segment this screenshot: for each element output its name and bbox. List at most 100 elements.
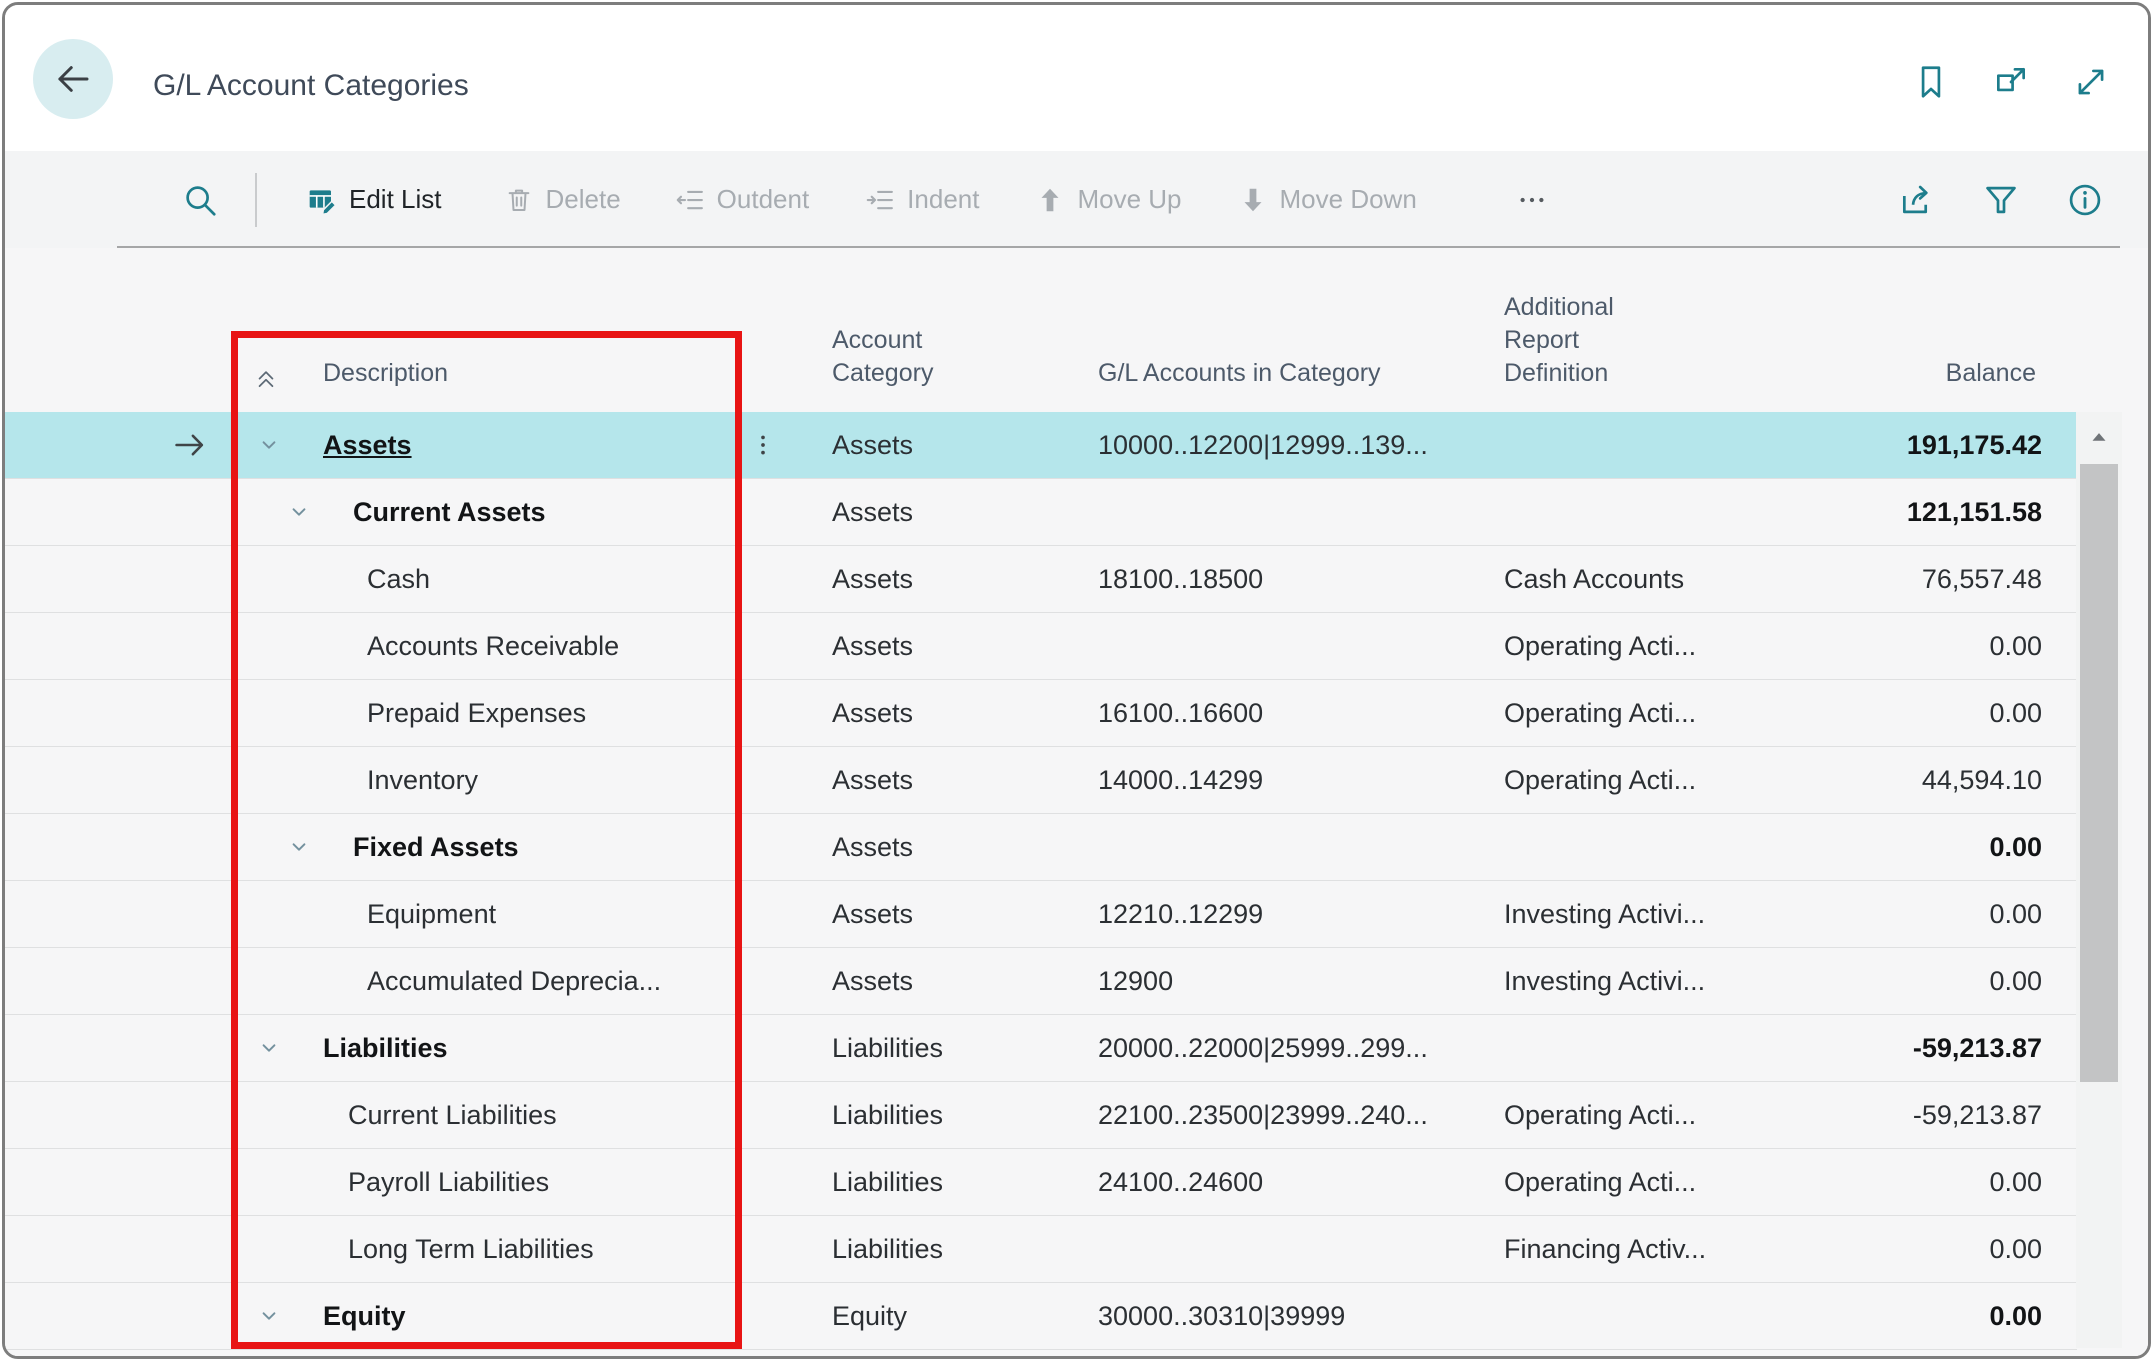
move-down-button[interactable]: Move Down: [1238, 184, 1417, 215]
description-text[interactable]: Accumulated Deprecia...: [367, 966, 661, 997]
table-row-long-term-liabilities[interactable]: Long Term Liabilities Liabilities Financ…: [5, 1216, 2077, 1283]
account-category-cell[interactable]: Liabilities: [795, 1100, 1080, 1131]
description-text[interactable]: Equity: [323, 1301, 406, 1332]
account-category-cell[interactable]: Assets: [795, 832, 1080, 863]
report-definition-cell[interactable]: Operating Acti...: [1485, 698, 1795, 729]
table-row-accumulated-depreciation[interactable]: Accumulated Deprecia... Assets 12900 Inv…: [5, 948, 2077, 1015]
table-row-assets[interactable]: Assets Assets 10000..12200|12999..139...…: [5, 412, 2077, 479]
balance-cell[interactable]: 76,557.48: [1795, 564, 2042, 595]
balance-cell[interactable]: 0.00: [1795, 698, 2042, 729]
gl-accounts-cell[interactable]: 12900: [1080, 966, 1485, 997]
account-category-cell[interactable]: Equity: [795, 1301, 1080, 1332]
account-category-cell[interactable]: Assets: [795, 765, 1080, 796]
report-definition-cell[interactable]: Operating Acti...: [1485, 1167, 1795, 1198]
balance-cell[interactable]: 121,151.58: [1795, 497, 2042, 528]
report-definition-cell[interactable]: Investing Activi...: [1485, 899, 1795, 930]
column-header-gl-accounts[interactable]: G/L Accounts in Category: [1098, 357, 1381, 390]
balance-cell[interactable]: 0.00: [1795, 1301, 2042, 1332]
account-category-cell[interactable]: Assets: [795, 698, 1080, 729]
balance-cell[interactable]: -59,213.87: [1795, 1033, 2042, 1064]
expand-fullscreen-icon[interactable]: [2072, 63, 2110, 101]
table-row-liabilities[interactable]: Liabilities Liabilities 20000..22000|259…: [5, 1015, 2077, 1082]
search-icon[interactable]: [181, 181, 219, 219]
move-up-button[interactable]: Move Up: [1035, 184, 1182, 215]
table-row-inventory[interactable]: Inventory Assets 14000..14299 Operating …: [5, 747, 2077, 814]
balance-cell[interactable]: 0.00: [1795, 832, 2042, 863]
account-category-cell[interactable]: Assets: [795, 966, 1080, 997]
report-definition-cell[interactable]: Operating Acti...: [1485, 631, 1795, 662]
description-text[interactable]: Accounts Receivable: [367, 631, 619, 662]
report-definition-cell[interactable]: Operating Acti...: [1485, 765, 1795, 796]
gl-accounts-cell[interactable]: 18100..18500: [1080, 564, 1485, 595]
table-row-cash[interactable]: Cash Assets 18100..18500 Cash Accounts 7…: [5, 546, 2077, 613]
chevron-down-icon[interactable]: [286, 499, 353, 525]
column-header-description[interactable]: Description: [323, 357, 448, 390]
table-row-current-liabilities[interactable]: Current Liabilities Liabilities 22100..2…: [5, 1082, 2077, 1149]
balance-cell[interactable]: -59,213.87: [1795, 1100, 2042, 1131]
account-category-cell[interactable]: Liabilities: [795, 1234, 1080, 1265]
chevron-down-icon[interactable]: [256, 1303, 323, 1329]
bookmark-icon[interactable]: [1912, 63, 1950, 101]
description-text[interactable]: Current Liabilities: [348, 1100, 557, 1131]
gl-accounts-cell[interactable]: 22100..23500|23999..240...: [1080, 1100, 1485, 1131]
edit-list-button[interactable]: Edit List: [307, 184, 442, 215]
back-button[interactable]: [33, 39, 113, 119]
balance-cell[interactable]: 0.00: [1795, 1234, 2042, 1265]
scroll-up-arrow-icon[interactable]: [2076, 418, 2122, 458]
balance-cell[interactable]: 191,175.42: [1795, 430, 2042, 461]
column-header-account-category[interactable]: Account Category: [832, 324, 933, 390]
account-category-cell[interactable]: Assets: [795, 564, 1080, 595]
share-icon[interactable]: [1898, 181, 1936, 219]
balance-cell[interactable]: 0.00: [1795, 899, 2042, 930]
more-options-button[interactable]: [1515, 185, 1549, 215]
table-row-fixed-assets[interactable]: Fixed Assets Assets 0.00: [5, 814, 2077, 881]
balance-cell[interactable]: 0.00: [1795, 1167, 2042, 1198]
scrollbar-thumb[interactable]: [2080, 464, 2118, 1082]
row-kebab-menu[interactable]: [750, 432, 795, 458]
table-row-prepaid-expenses[interactable]: Prepaid Expenses Assets 16100..16600 Ope…: [5, 680, 2077, 747]
table-row-accounts-receivable[interactable]: Accounts Receivable Assets Operating Act…: [5, 613, 2077, 680]
chevron-down-icon[interactable]: [286, 834, 353, 860]
gl-accounts-cell[interactable]: 30000..30310|39999: [1080, 1301, 1485, 1332]
gl-accounts-cell[interactable]: 16100..16600: [1080, 698, 1485, 729]
account-category-cell[interactable]: Assets: [795, 899, 1080, 930]
gl-accounts-cell[interactable]: 24100..24600: [1080, 1167, 1485, 1198]
account-category-cell[interactable]: Liabilities: [795, 1033, 1080, 1064]
table-row-equipment[interactable]: Equipment Assets 12210..12299 Investing …: [5, 881, 2077, 948]
description-text[interactable]: Fixed Assets: [353, 832, 519, 863]
description-text[interactable]: Inventory: [367, 765, 478, 796]
filter-icon[interactable]: [1982, 181, 2020, 219]
collapse-all-icon[interactable]: [252, 364, 280, 392]
description-text[interactable]: Cash: [367, 564, 430, 595]
delete-button[interactable]: Delete: [504, 184, 621, 215]
chevron-down-icon[interactable]: [256, 432, 323, 458]
chevron-down-icon[interactable]: [256, 1035, 323, 1061]
account-category-cell[interactable]: Assets: [795, 497, 1080, 528]
table-row-equity[interactable]: Equity Equity 30000..30310|39999 0.00: [5, 1283, 2077, 1350]
account-category-cell[interactable]: Liabilities: [795, 1167, 1080, 1198]
open-new-window-icon[interactable]: [1992, 63, 2030, 101]
description-text[interactable]: Payroll Liabilities: [348, 1167, 549, 1198]
outdent-button[interactable]: Outdent: [675, 184, 809, 215]
gl-accounts-cell[interactable]: 14000..14299: [1080, 765, 1485, 796]
report-definition-cell[interactable]: Operating Acti...: [1485, 1100, 1795, 1131]
account-category-cell[interactable]: Assets: [795, 430, 1080, 461]
description-text[interactable]: Long Term Liabilities: [348, 1234, 594, 1265]
balance-cell[interactable]: 0.00: [1795, 631, 2042, 662]
report-definition-cell[interactable]: Financing Activ...: [1485, 1234, 1795, 1265]
gl-accounts-cell[interactable]: 10000..12200|12999..139...: [1080, 430, 1485, 461]
gl-accounts-cell[interactable]: 12210..12299: [1080, 899, 1485, 930]
description-text[interactable]: Liabilities: [323, 1033, 448, 1064]
report-definition-cell[interactable]: Cash Accounts: [1485, 564, 1795, 595]
balance-cell[interactable]: 0.00: [1795, 966, 2042, 997]
gl-accounts-cell[interactable]: 20000..22000|25999..299...: [1080, 1033, 1485, 1064]
balance-cell[interactable]: 44,594.10: [1795, 765, 2042, 796]
description-text[interactable]: Prepaid Expenses: [367, 698, 586, 729]
description-text[interactable]: Current Assets: [353, 497, 546, 528]
table-row-current-assets[interactable]: Current Assets Assets 121,151.58: [5, 479, 2077, 546]
info-icon[interactable]: [2066, 181, 2104, 219]
table-row-payroll-liabilities[interactable]: Payroll Liabilities Liabilities 24100..2…: [5, 1149, 2077, 1216]
description-link[interactable]: Assets: [323, 430, 412, 461]
column-header-additional-report-definition[interactable]: Additional Report Definition: [1504, 291, 1614, 390]
vertical-scrollbar[interactable]: [2076, 412, 2122, 1348]
